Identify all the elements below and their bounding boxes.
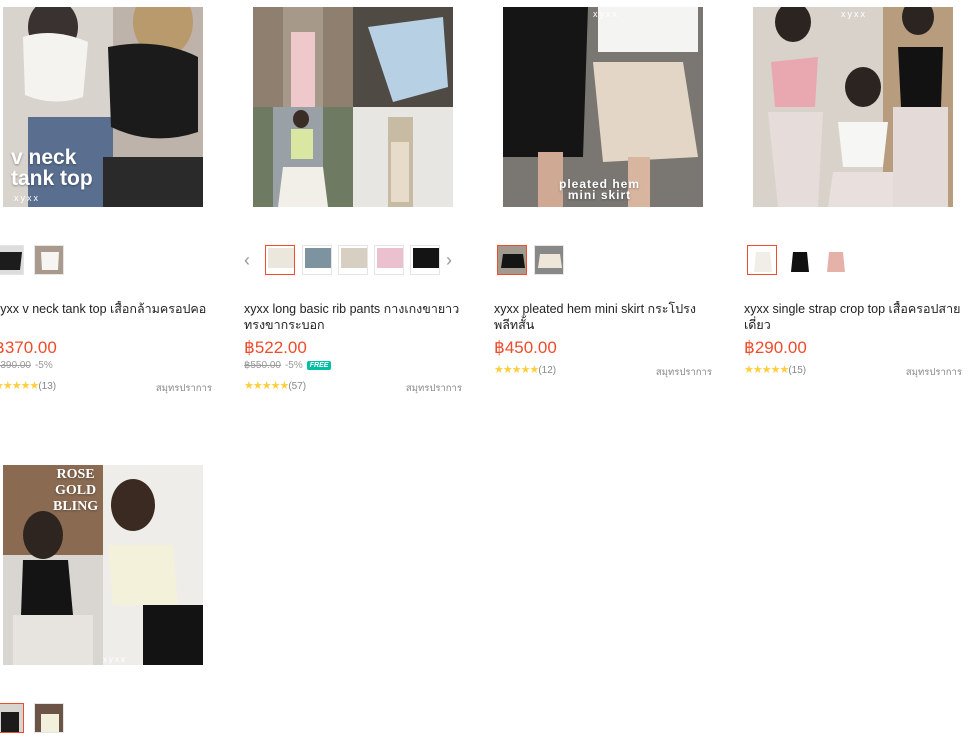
product-title[interactable]: xyxx v neck tank top เสื้อกล้ามครอปคอ [0,301,216,317]
variant-thumb[interactable] [34,703,64,733]
variant-thumb[interactable] [338,245,368,275]
product-title[interactable]: xyxx pleated hem mini skirt กระโปรงพลีทส… [494,301,716,333]
product-price: ฿522.00 [244,338,307,357]
variant-thumbs [744,245,966,277]
seller-location: สมุทรปราการ [155,383,212,394]
product-price: ฿290.00 [744,338,807,357]
review-count: (57) [288,381,307,392]
star-icons: ★★★★★ [494,364,539,376]
product-image[interactable]: ROSE GOLD BLING xyxx [3,465,203,665]
variant-thumbs: ‹ › [244,245,466,277]
variant-thumb[interactable] [820,245,850,275]
variant-thumb[interactable] [534,245,564,275]
star-icons: ★★★★★ [244,380,289,392]
chevron-left-icon[interactable]: ‹ [244,249,250,271]
product-title[interactable]: xyxx long basic rib pants กางเกงขายาวทรง… [244,301,466,333]
variant-thumb[interactable] [0,703,24,733]
variant-thumbs [0,703,216,735]
product-image[interactable]: xyxx [753,7,953,207]
product-title[interactable]: xyxx single strap crop top เสื้อครอปสายเ… [744,301,966,333]
discount-badge: -5% [284,360,303,371]
photo-brand: xyxx [593,9,619,19]
discount-badge: -5% [34,360,53,371]
photo-caption: ROSE GOLD BLING [53,467,99,514]
seller-location: สมุทรปราการ [405,383,462,394]
review-count: (12) [538,365,557,376]
product-price: ฿450.00 [494,338,557,357]
variant-thumb[interactable] [34,245,64,275]
free-shipping-badge: FREE [306,360,332,370]
variant-thumb[interactable] [497,245,527,275]
product-image[interactable]: xyxx pleated hem mini skirt [503,7,703,207]
review-count: (13) [38,381,57,392]
old-price-row: ฿550.00 -5% FREE [244,360,332,371]
rating: ★★★★★(13) [0,379,56,392]
product-photo-art [753,7,953,207]
product-photo-art [3,465,203,665]
variant-thumb[interactable] [747,245,777,275]
old-price-row: ฿390.00-5% [0,360,53,371]
variant-thumbs [0,245,216,277]
product-price: ฿370.00 [0,338,57,357]
star-icons: ★★★★★ [744,364,789,376]
variant-thumb[interactable] [302,245,332,275]
photo-caption: pleated hem mini skirt [559,177,641,202]
photo-brand: xyxx [841,9,867,19]
review-count: (15) [788,365,807,376]
seller-location: สมุทรปราการ [655,367,712,378]
photo-caption: v neck tank top [11,146,93,190]
product-image[interactable] [253,7,453,207]
original-price: ฿390.00 [0,360,31,371]
variant-thumb[interactable] [410,245,440,275]
rating: ★★★★★(57) [244,379,306,392]
variant-thumb[interactable] [784,245,814,275]
photo-brand: xyxx [14,193,40,203]
variant-thumb[interactable] [374,245,404,275]
variant-thumbs [494,245,716,277]
rating: ★★★★★(15) [744,363,806,376]
photo-brand: xyxx [103,655,127,664]
original-price: ฿550.00 [244,360,281,371]
variant-thumb[interactable] [0,245,24,275]
seller-location: สมุทรปราการ [905,367,962,378]
star-icons: ★★★★★ [0,380,39,392]
variant-thumb[interactable] [265,245,295,275]
chevron-right-icon[interactable]: › [446,249,452,271]
rating: ★★★★★(12) [494,363,556,376]
product-image[interactable]: v neck tank top xyxx [3,7,203,207]
product-grid: v neck tank top xyxx xyxx v neck tank to… [0,0,968,742]
product-photo-art [253,7,453,207]
